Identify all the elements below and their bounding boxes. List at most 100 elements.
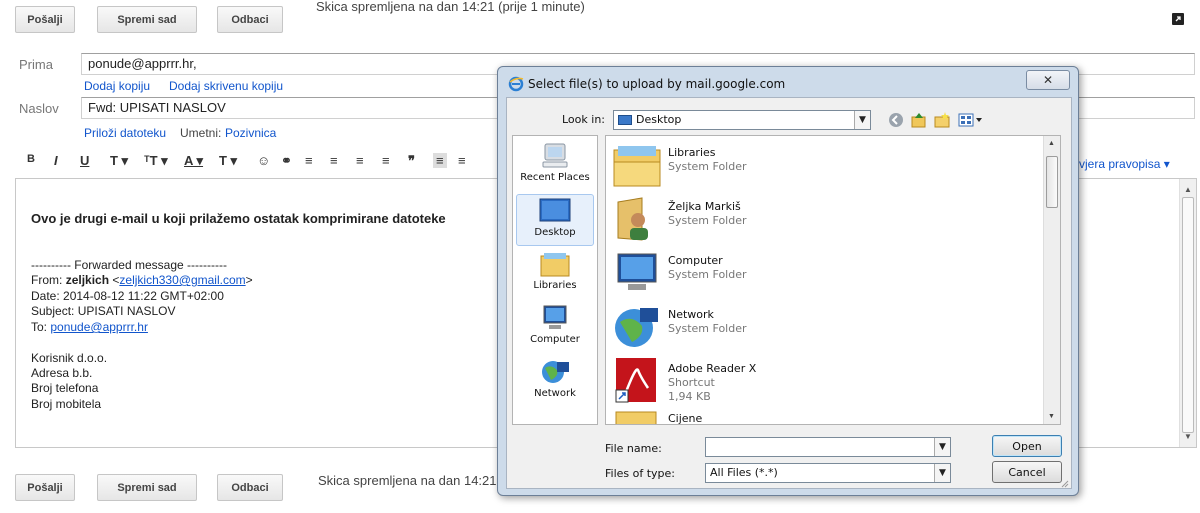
indent-less-icon[interactable]: ≡ [356,153,364,168]
send-button-top[interactable]: Pošalji [15,6,75,33]
open-button[interactable]: Open [992,435,1062,457]
draft-status-bottom: Skica spremljena na dan 14:21 [318,473,497,488]
place-recent-places[interactable]: Recent Places [516,140,594,192]
list-scroll-down-arrow[interactable]: ▼ [1048,413,1055,420]
list-item[interactable]: Adobe Reader X Shortcut 1,94 KB [612,356,1032,408]
place-computer[interactable]: Computer [516,302,594,354]
italic-button[interactable]: I [54,153,58,168]
places-bar: Recent Places Desktop Libraries Computer… [512,135,598,425]
look-in-value: Desktop [636,113,682,126]
quote-icon[interactable]: ❞ [408,153,415,169]
look-in-label: Look in: [562,113,605,126]
place-network[interactable]: Network [516,356,594,408]
libraries-icon [537,250,573,278]
to-email-link[interactable]: ponude@apprrr.hr [50,320,148,334]
intro-line: Ovo je drugi e-mail u koji prilažemo ost… [31,211,446,226]
list-item[interactable]: Željka Markiš System Folder [612,194,1032,246]
cancel-button[interactable]: Cancel [992,461,1062,483]
adobe-reader-icon [612,356,662,406]
list-clip: Cijene [606,406,1044,424]
link-icon[interactable]: ⚭ [281,153,292,169]
recent-places-icon [537,142,573,170]
bold-button[interactable]: B [27,153,35,165]
discard-button-bottom[interactable]: Odbaci [217,474,283,501]
file-name-input[interactable]: ▼ [705,437,951,457]
resize-grip-icon[interactable] [1059,476,1069,488]
numbered-list-icon[interactable]: ≡ [305,153,313,168]
text-color-button[interactable]: A ▾ [184,153,203,169]
files-of-type-dropdown-icon[interactable]: ▼ [934,464,950,482]
bulleted-list-icon[interactable]: ≡ [330,153,338,168]
save-now-button-top[interactable]: Spremi sad [97,6,197,33]
computer-large-icon [612,248,662,298]
subject-line: Subject: UPISATI NASLOV [31,304,176,318]
underline-button[interactable]: U [80,153,89,168]
popout-icon[interactable] [1172,13,1184,25]
save-now-button-bottom[interactable]: Spremi sad [97,474,197,501]
list-item[interactable]: Network System Folder [612,302,1032,354]
dialog-title: Select file(s) to upload by mail.google.… [528,77,786,91]
list-scroll-up-arrow[interactable]: ▲ [1048,140,1055,147]
list-item[interactable]: Cijene [612,410,1032,424]
signature-mobile: Broj mobitela [31,397,102,411]
user-folder-icon [612,194,662,244]
file-upload-dialog: Select file(s) to upload by mail.google.… [497,66,1079,496]
font-size-button[interactable]: ᵀT ▾ [144,153,168,169]
network-icon [537,358,573,386]
chevron-down-icon[interactable]: ▼ [854,111,870,129]
list-item[interactable]: Libraries System Folder [612,140,1032,192]
scroll-up-arrow[interactable]: ▲ [1184,185,1192,194]
up-folder-icon[interactable] [910,111,928,129]
network-large-icon [612,302,662,352]
highlight-button[interactable]: T ▾ [219,153,237,169]
invitation-link[interactable]: Pozivnica [225,126,276,140]
scroll-down-arrow[interactable]: ▼ [1184,432,1192,441]
file-list[interactable]: Libraries System Folder Željka Markiš Sy… [605,135,1061,425]
ie-logo-icon [508,76,524,92]
look-in-select[interactable]: Desktop ▼ [613,110,871,130]
emoji-icon[interactable]: ☺ [257,153,270,168]
dialog-body: Look in: Desktop ▼ Recent Places Desktop… [506,97,1072,489]
align-center-icon[interactable]: ≡ [458,153,466,168]
list-item[interactable]: Computer System Folder [612,248,1032,300]
files-of-type-label: Files of type: [605,467,676,480]
signature-address: Adresa b.b. [31,366,93,380]
file-name-label: File name: [605,442,662,455]
add-bcc-link[interactable]: Dodaj skrivenu kopiju [169,79,283,93]
from-line: From: zeljkich <zeljkich330@gmail.com> [31,273,253,287]
back-icon[interactable] [887,111,905,129]
view-menu-icon[interactable] [958,111,984,129]
close-button[interactable]: ✕ [1026,70,1070,90]
to-label: Prima [19,57,53,72]
file-name-dropdown-icon[interactable]: ▼ [934,438,950,456]
desktop-small-icon [618,115,632,125]
insert-label: Umetni: [180,126,222,140]
signature-phone: Broj telefona [31,381,99,395]
from-email-link[interactable]: zeljkich330@gmail.com [119,273,245,287]
spellcheck-link[interactable]: vjera pravopisa ▾ [1079,157,1170,171]
files-of-type-select[interactable]: All Files (*.*) ▼ [705,463,951,483]
new-folder-icon[interactable] [933,111,951,129]
from-name: zeljkich [65,273,110,287]
signature-company: Korisnik d.o.o. [31,351,108,365]
subject-label: Naslov [19,101,59,116]
to-line: To: ponude@apprrr.hr [31,320,148,334]
forwarded-header: ---------- Forwarded message ---------- [31,258,227,272]
add-cc-link[interactable]: Dodaj kopiju [84,79,150,93]
place-libraries[interactable]: Libraries [516,248,594,300]
date-line: Date: 2014-08-12 11:22 GMT+02:00 [31,289,224,303]
place-desktop[interactable]: Desktop [516,194,594,246]
discard-button-top[interactable]: Odbaci [217,6,283,33]
attach-file-link[interactable]: Priloži datoteku [84,126,166,140]
editor-scrollbar[interactable]: ▲ ▼ [1179,179,1196,447]
send-button-bottom[interactable]: Pošalji [15,474,75,501]
indent-more-icon[interactable]: ≡ [382,153,390,168]
align-left-icon[interactable]: ≡ [433,153,447,168]
list-scroll-thumb[interactable] [1046,156,1058,208]
font-button[interactable]: T ▾ [110,153,128,169]
desktop-icon [537,197,573,225]
editor-scroll-thumb[interactable] [1182,197,1194,433]
file-list-scrollbar[interactable]: ▲ ▼ [1043,136,1060,424]
folder-icon [612,410,662,424]
libraries-folder-icon [612,140,662,190]
